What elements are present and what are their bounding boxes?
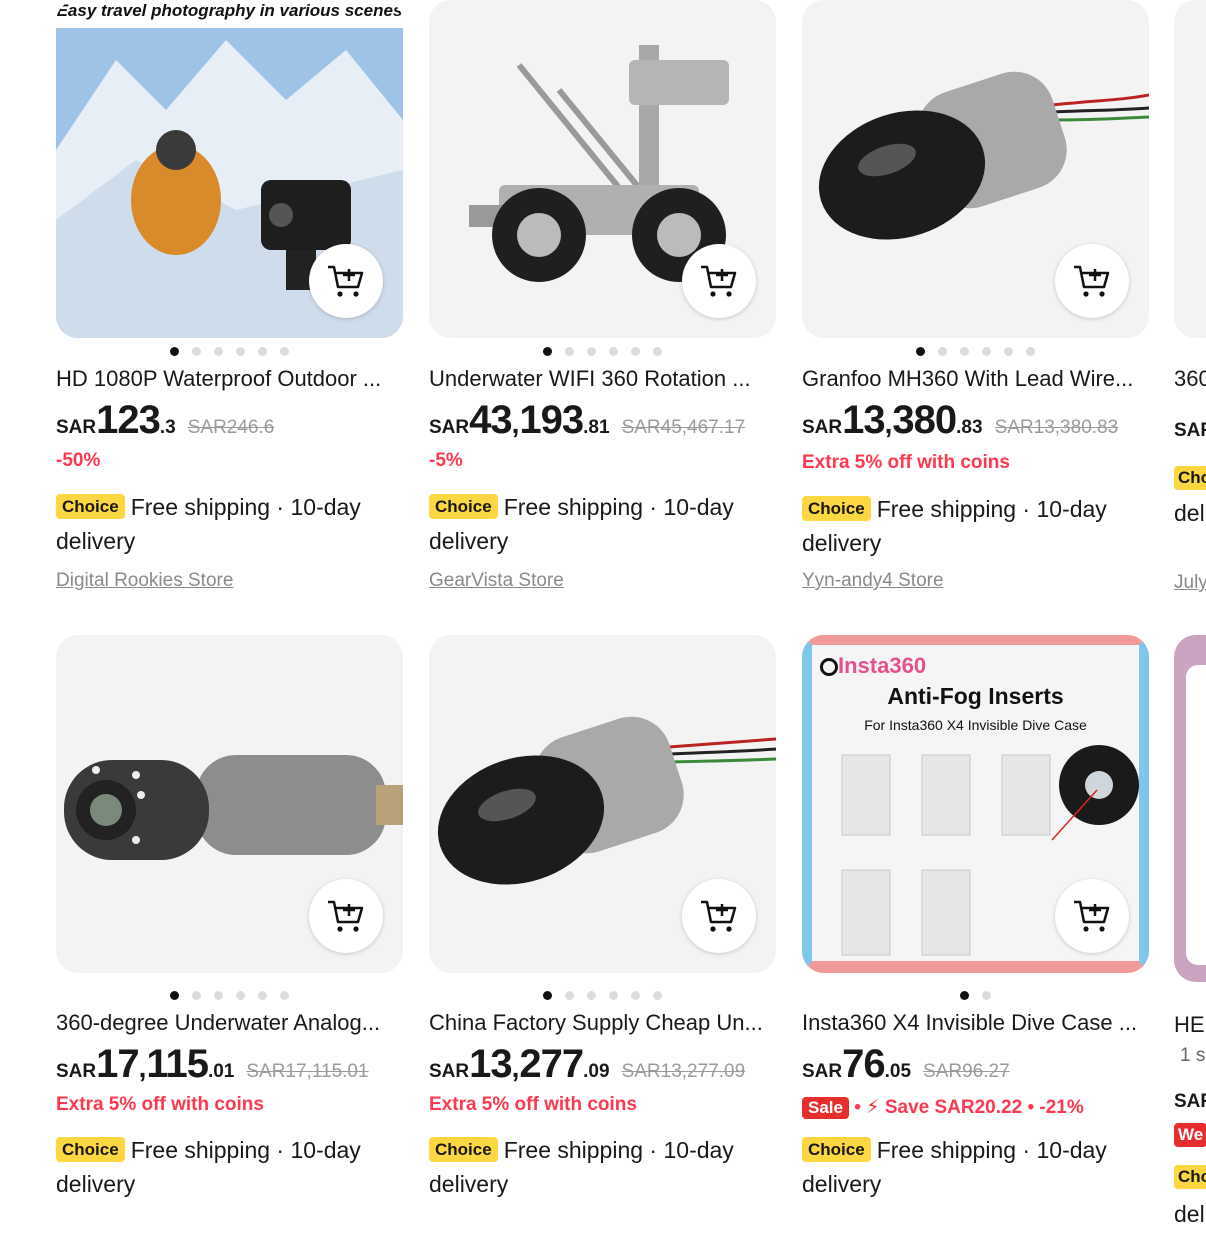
store-link[interactable]: GearVista Store (429, 570, 564, 592)
sale-row: Sale • ⚡ Save SAR20.22 • -21% (802, 1096, 1084, 1119)
sale-badge: Sale (802, 1097, 849, 1119)
product-title[interactable]: Insta360 X4 Invisible Dive Case ... (802, 1010, 1149, 1036)
price: SAR17,115.01 SAR17,115.01 (56, 1042, 369, 1086)
shipping-info: del (1174, 500, 1205, 526)
store-link[interactable]: Yyn-andy4 Store (802, 570, 944, 592)
promo-badge: We (1174, 1123, 1206, 1147)
original-price: SAR45,467.17 (621, 417, 746, 438)
add-to-cart-button[interactable] (1055, 879, 1129, 953)
image-subheading: For Insta360 X4 Invisible Dive Case (864, 717, 1087, 733)
shipping-info: del (1174, 1201, 1205, 1227)
product-image[interactable]: Easy travel photography in various scene… (56, 0, 403, 338)
product-title[interactable]: Granfoo MH360 With Lead Wire... (802, 366, 1149, 392)
product-card-partial[interactable]: HEI 1 s SAR We Cho del (1174, 635, 1206, 1235)
image-carousel-dots[interactable] (429, 346, 776, 356)
add-to-cart-button[interactable] (309, 879, 383, 953)
discount-badge: -5% (429, 450, 463, 471)
price: SAR43,193.81 SAR45,467.17 (429, 398, 746, 442)
image-carousel-dots[interactable] (56, 346, 403, 356)
currency: SAR (1174, 1091, 1206, 1112)
save-percent: -21% (1039, 1097, 1084, 1118)
shipping-info: Choice Free shipping · 10-day delivery (56, 494, 361, 554)
shipping-info: Choice Free shipping · 10-day delivery (802, 496, 1107, 556)
shipping-info: Choice Free shipping · 10-day delivery (56, 1137, 361, 1197)
product-title[interactable]: HEI (1174, 1012, 1206, 1038)
cart-plus-icon (328, 265, 364, 297)
store-link[interactable]: July (1174, 572, 1206, 594)
coins-promo: Extra 5% off with coins (429, 1094, 637, 1115)
choice-badge: Cho (1174, 466, 1206, 490)
image-carousel-dots[interactable] (802, 990, 1149, 1000)
product-image[interactable] (1174, 0, 1206, 338)
cart-plus-icon (328, 900, 364, 932)
product-title[interactable]: 360 (1174, 366, 1206, 392)
image-carousel-dots[interactable] (429, 990, 776, 1000)
cart-plus-icon (1074, 265, 1110, 297)
sold-count: 1 s (1180, 1045, 1206, 1066)
image-banner-text: Easy travel photography in various scene… (56, 1, 403, 20)
image-carousel-dots[interactable] (802, 346, 1149, 356)
insta360-logo: Insta360 (820, 653, 926, 679)
product-image[interactable]: Insta360 Anti-Fog Inserts For Insta360 X… (802, 635, 1149, 973)
shipping-info: Choice Free shipping · 10-day delivery (429, 494, 734, 554)
image-heading: Anti-Fog Inserts (887, 683, 1064, 709)
product-card-partial[interactable]: 360 SAR Cho del July (1174, 0, 1206, 600)
currency: SAR (1174, 420, 1206, 441)
choice-badge: Choice (802, 1137, 871, 1162)
discount-badge: -50% (56, 450, 101, 471)
choice-badge: Choice (429, 1137, 498, 1162)
add-to-cart-button[interactable] (309, 244, 383, 318)
product-title[interactable]: 360-degree Underwater Analog... (56, 1010, 403, 1036)
price: SAR13,380.83 SAR13,380.83 (802, 398, 1119, 442)
cart-plus-icon (701, 265, 737, 297)
coins-promo: Extra 5% off with coins (802, 452, 1010, 473)
original-price: SAR13,380.83 (994, 417, 1119, 438)
choice-badge: Choice (802, 496, 871, 521)
original-price: SAR96.27 (923, 1061, 1010, 1082)
price: SAR123.3 SAR246.6 (56, 398, 275, 442)
price: SAR76.05 SAR96.27 (802, 1042, 1010, 1086)
store-link[interactable]: Digital Rookies Store (56, 570, 233, 592)
product-image[interactable] (1174, 635, 1206, 982)
choice-badge: Choice (56, 494, 125, 519)
original-price: SAR13,277.09 (621, 1061, 746, 1082)
cart-plus-icon (1074, 900, 1110, 932)
shipping-info: Choice Free shipping · 10-day delivery (802, 1137, 1107, 1197)
product-title[interactable]: Underwater WIFI 360 Rotation ... (429, 366, 776, 392)
coins-promo: Extra 5% off with coins (56, 1094, 264, 1115)
cart-plus-icon (701, 900, 737, 932)
product-image[interactable] (429, 0, 776, 338)
choice-badge: Cho (1174, 1165, 1206, 1189)
choice-badge: Choice (429, 494, 498, 519)
product-title[interactable]: HD 1080P Waterproof Outdoor ... (56, 366, 403, 392)
original-price: SAR17,115.01 (246, 1061, 369, 1082)
bolt-icon: ⚡ (866, 1097, 880, 1118)
product-title[interactable]: China Factory Supply Cheap Un... (429, 1010, 776, 1036)
save-amount: Save SAR20.22 (884, 1097, 1023, 1118)
add-to-cart-button[interactable] (682, 244, 756, 318)
product-image[interactable] (56, 635, 403, 973)
add-to-cart-button[interactable] (1055, 244, 1129, 318)
image-carousel-dots[interactable] (56, 990, 403, 1000)
original-price: SAR246.6 (187, 417, 275, 438)
price: SAR13,277.09 SAR13,277.09 (429, 1042, 746, 1086)
product-image[interactable] (429, 635, 776, 973)
product-image[interactable] (802, 0, 1149, 338)
shipping-info: Choice Free shipping · 10-day delivery (429, 1137, 734, 1197)
add-to-cart-button[interactable] (682, 879, 756, 953)
choice-badge: Choice (56, 1137, 125, 1162)
